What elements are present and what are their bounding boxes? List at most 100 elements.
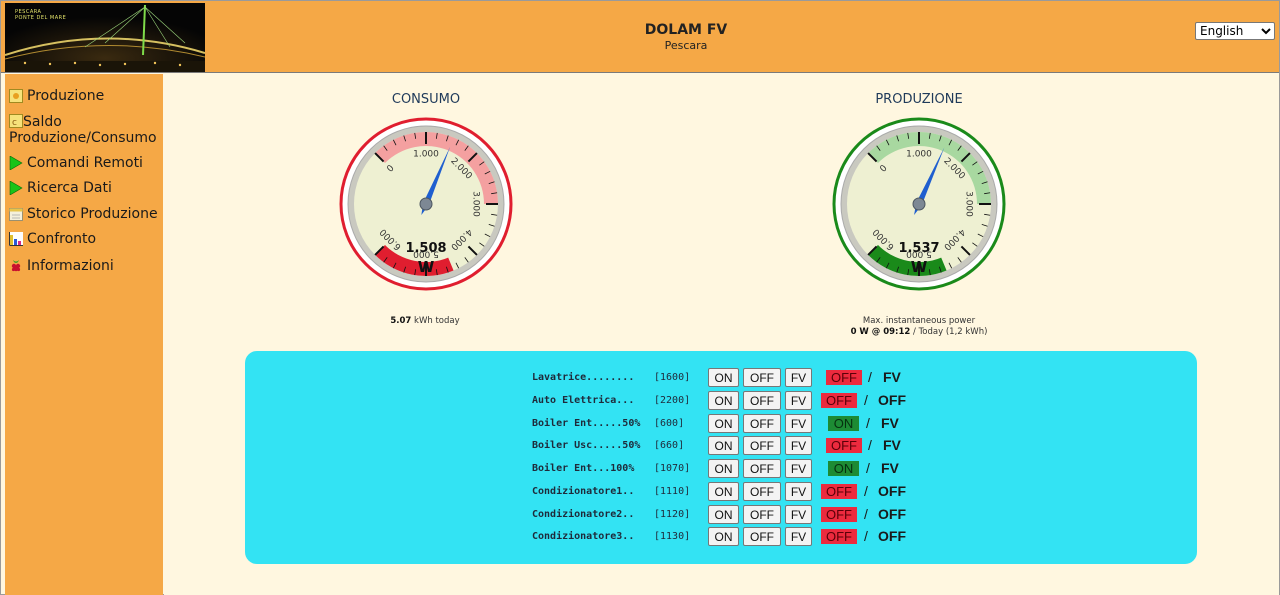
- sidebar-item-comandi-remoti[interactable]: Comandi Remoti: [9, 155, 143, 171]
- device-on-button[interactable]: ON: [708, 482, 739, 501]
- device-row: Lavatrice........ [1600] ON OFF FV: [532, 368, 816, 387]
- device-mode: OFF: [878, 506, 906, 522]
- sidebar-item-label: Storico Produzione: [27, 206, 158, 222]
- sidebar-item-label: Ricerca Dati: [27, 180, 112, 196]
- device-fv-button[interactable]: FV: [785, 414, 812, 433]
- status-separator: /: [866, 460, 870, 476]
- device-power: [660]: [654, 440, 685, 451]
- gauge-value: 1.537: [898, 241, 939, 256]
- device-status-badge: OFF: [826, 438, 862, 453]
- sidebar: Produzione c Saldo Produzione/Consumo Co…: [5, 74, 163, 595]
- svg-text:c: c: [12, 118, 17, 128]
- site-logo: PESCARA PONTE DEL MARE: [5, 3, 205, 72]
- sidebar-item-label: Saldo Produzione/Consumo: [9, 114, 157, 146]
- device-row: Condizionatore3.. [1130] ON OFF FV: [532, 527, 816, 546]
- device-mode: FV: [883, 369, 901, 385]
- device-fv-button[interactable]: FV: [785, 368, 812, 387]
- device-status-badge: OFF: [821, 529, 857, 544]
- consumo-gauge: 01.0002.0003.0004.0005.0006.000 1.508W: [339, 117, 513, 291]
- sidebar-item-confronto[interactable]: Confronto: [9, 231, 96, 247]
- device-mode: FV: [881, 415, 899, 431]
- device-name: Auto Elettrica...: [532, 395, 635, 406]
- status-separator: /: [864, 528, 868, 544]
- device-off-button[interactable]: OFF: [743, 436, 781, 455]
- device-row: Boiler Ent...100% [1070] ON OFF FV: [532, 459, 816, 478]
- sidebar-item-ricerca-dati[interactable]: Ricerca Dati: [9, 180, 112, 196]
- device-on-button[interactable]: ON: [708, 505, 739, 524]
- device-mode: FV: [881, 460, 899, 476]
- produzione-gauge: 01.0002.0003.0004.0005.0006.000 1.537W: [832, 117, 1006, 291]
- sidebar-item-label: Informazioni: [27, 258, 114, 274]
- language-select[interactable]: English: [1195, 22, 1275, 40]
- gauge-pivot: [912, 197, 926, 211]
- device-mode: OFF: [878, 392, 906, 408]
- bar-chart-icon: [9, 232, 23, 246]
- gauge-unit: W: [418, 258, 435, 276]
- device-name: Boiler Ent...100%: [532, 463, 635, 474]
- gauge-value: 1.508: [405, 241, 446, 256]
- status-separator: /: [864, 506, 868, 522]
- device-fv-button[interactable]: FV: [785, 459, 812, 478]
- device-on-button[interactable]: ON: [708, 391, 739, 410]
- gauge-tick-label: 1.000: [906, 150, 932, 160]
- sidebar-item-label: Produzione: [27, 88, 105, 104]
- device-off-button[interactable]: OFF: [743, 527, 781, 546]
- device-mode: FV: [883, 437, 901, 453]
- device-on-button[interactable]: ON: [708, 414, 739, 433]
- raspberry-icon: [11, 260, 21, 272]
- status-separator: /: [864, 392, 868, 408]
- balance-icon: c: [9, 114, 23, 128]
- device-power: [1110]: [654, 486, 691, 497]
- gauge-tick-label: 1.000: [413, 150, 439, 160]
- device-on-button[interactable]: ON: [708, 436, 739, 455]
- device-on-button[interactable]: ON: [708, 368, 739, 387]
- play-arrow-icon: [9, 181, 23, 195]
- device-fv-button[interactable]: FV: [785, 527, 812, 546]
- device-off-button[interactable]: OFF: [743, 505, 781, 524]
- sidebar-item-produzione[interactable]: Produzione: [9, 88, 104, 104]
- device-power: [1070]: [654, 463, 691, 474]
- consumo-today-value: 5.07: [390, 316, 412, 326]
- device-off-button[interactable]: OFF: [743, 482, 781, 501]
- device-fv-button[interactable]: FV: [785, 391, 812, 410]
- device-off-button[interactable]: OFF: [743, 459, 781, 478]
- device-mode: OFF: [878, 483, 906, 499]
- device-on-button[interactable]: ON: [708, 527, 739, 546]
- gauge-pivot: [419, 197, 433, 211]
- device-status-badge: OFF: [821, 393, 857, 408]
- play-arrow-icon: [9, 156, 23, 170]
- status-separator: /: [868, 369, 872, 385]
- sidebar-item-informazioni[interactable]: Informazioni: [9, 258, 114, 274]
- logo-caption: PESCARA PONTE DEL MARE: [15, 9, 66, 21]
- produzione-title: PRODUZIONE: [875, 92, 963, 107]
- device-row: Condizionatore2.. [1120] ON OFF FV: [532, 505, 816, 524]
- device-off-button[interactable]: OFF: [743, 414, 781, 433]
- logo-text-bridge: PONTE DEL MARE: [15, 15, 67, 21]
- gauge-tick-label: 3.000: [471, 191, 481, 217]
- device-name: Condizionatore1..: [532, 486, 635, 497]
- device-status-badge: ON: [828, 461, 859, 476]
- device-status-badge: OFF: [821, 507, 857, 522]
- device-off-button[interactable]: OFF: [743, 391, 781, 410]
- max-power-label: Max. instantaneous power: [862, 316, 976, 326]
- today-production: / Today (1,2 kWh): [910, 327, 988, 337]
- device-power: [1130]: [654, 531, 691, 542]
- device-on-button[interactable]: ON: [708, 459, 739, 478]
- device-name: Condizionatore2..: [532, 509, 635, 520]
- device-off-button[interactable]: OFF: [743, 368, 781, 387]
- device-fv-button[interactable]: FV: [785, 482, 812, 501]
- device-mode: OFF: [878, 528, 906, 544]
- status-separator: /: [868, 437, 872, 453]
- device-name: Lavatrice........: [532, 372, 635, 383]
- sidebar-item-saldo[interactable]: c Saldo Produzione/Consumo: [9, 113, 165, 146]
- device-row: Auto Elettrica... [2200] ON OFF FV: [532, 391, 816, 410]
- device-fv-button[interactable]: FV: [785, 436, 812, 455]
- consumo-today-unit: kWh today: [411, 316, 460, 326]
- device-power: [1120]: [654, 509, 691, 520]
- device-status-badge: ON: [828, 416, 859, 431]
- sidebar-item-storico-produzione[interactable]: Storico Produzione: [9, 206, 158, 222]
- page-header: PESCARA PONTE DEL MARE DOLAM FV Pescara …: [1, 1, 1279, 73]
- gauge-tick-label: 3.000: [964, 191, 974, 217]
- page-subtitle: Pescara: [664, 39, 708, 52]
- device-fv-button[interactable]: FV: [785, 505, 812, 524]
